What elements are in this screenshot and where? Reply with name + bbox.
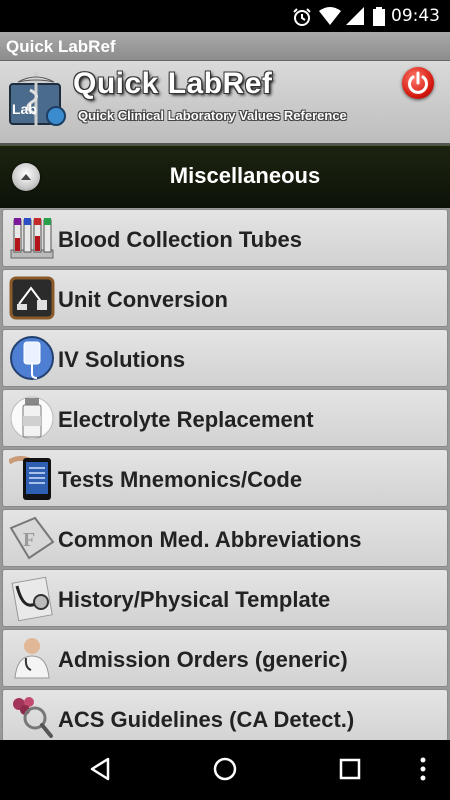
list-item-label: Unit Conversion [58, 287, 228, 312]
list-item-acs-guidelines[interactable]: ACS Guidelines (CA Detect.) [2, 689, 448, 740]
list-item-label: IV Solutions [58, 347, 186, 372]
magnifier-icon [13, 697, 53, 738]
alarm-icon [293, 8, 311, 26]
list-item-tests-mnemonics[interactable]: Tests Mnemonics/Code [2, 449, 448, 507]
svg-text:F: F [23, 529, 35, 551]
list-item-label: Tests Mnemonics/Code [58, 467, 303, 492]
tablet-icon [9, 455, 51, 500]
signal-icon [346, 7, 364, 25]
battery-icon [373, 7, 385, 26]
vial-icon [10, 396, 54, 440]
navigation-bar [0, 740, 450, 800]
blood-tubes-icon [10, 218, 54, 259]
clock: 09:43 [391, 6, 440, 26]
list-item-blood-collection-tubes[interactable]: Blood Collection Tubes [2, 209, 448, 267]
section-title: Miscellaneous [169, 163, 321, 188]
power-icon [408, 71, 428, 94]
list-item-label: Blood Collection Tubes [58, 227, 303, 252]
scale-icon [9, 276, 55, 320]
back-icon[interactable] [88, 756, 112, 782]
stethoscope-icon [11, 576, 53, 622]
iv-bag-icon [10, 336, 54, 380]
list-item-label: ACS Guidelines (CA Detect.) [58, 707, 355, 732]
list-item-electrolyte-replacement[interactable]: Electrolyte Replacement [2, 389, 448, 447]
app-subtitle: Quick Clinical Laboratory Values Referen… [78, 108, 347, 123]
section-header[interactable]: Miscellaneous [0, 145, 450, 209]
logo-text: Lab [12, 101, 37, 117]
menu-list: Blood Collection Tubes Unit Conversion I… [0, 208, 450, 740]
wifi-icon [319, 7, 341, 25]
doctor-icon [14, 638, 50, 679]
list-item-label: History/Physical Template [58, 587, 331, 612]
app-title: Quick LabRef [73, 67, 273, 100]
app-header: Lab Quick LabRef Quick Clinical Laborato… [0, 61, 450, 145]
lab-logo-icon: Lab [9, 72, 66, 126]
list-item-iv-solutions[interactable]: IV Solutions [2, 329, 448, 387]
power-button[interactable] [402, 67, 434, 99]
list-item-label: Common Med. Abbreviations [58, 527, 362, 552]
list-item-unit-conversion[interactable]: Unit Conversion [2, 269, 448, 327]
list-item-history-physical-template[interactable]: History/Physical Template [2, 569, 448, 627]
overflow-menu-icon[interactable] [418, 756, 428, 782]
list-item-label: Admission Orders (generic) [58, 647, 348, 672]
recents-icon[interactable] [338, 756, 362, 782]
list-item-common-med-abbreviations[interactable]: F Common Med. Abbreviations [2, 509, 448, 567]
app-title-bar: Quick LabRef [0, 32, 450, 61]
home-icon[interactable] [212, 756, 238, 782]
list-item-label: Electrolyte Replacement [58, 407, 314, 432]
list-item-admission-orders[interactable]: Admission Orders (generic) [2, 629, 448, 687]
abbreviation-icon: F [9, 516, 55, 560]
status-bar: 09:43 [0, 0, 450, 32]
